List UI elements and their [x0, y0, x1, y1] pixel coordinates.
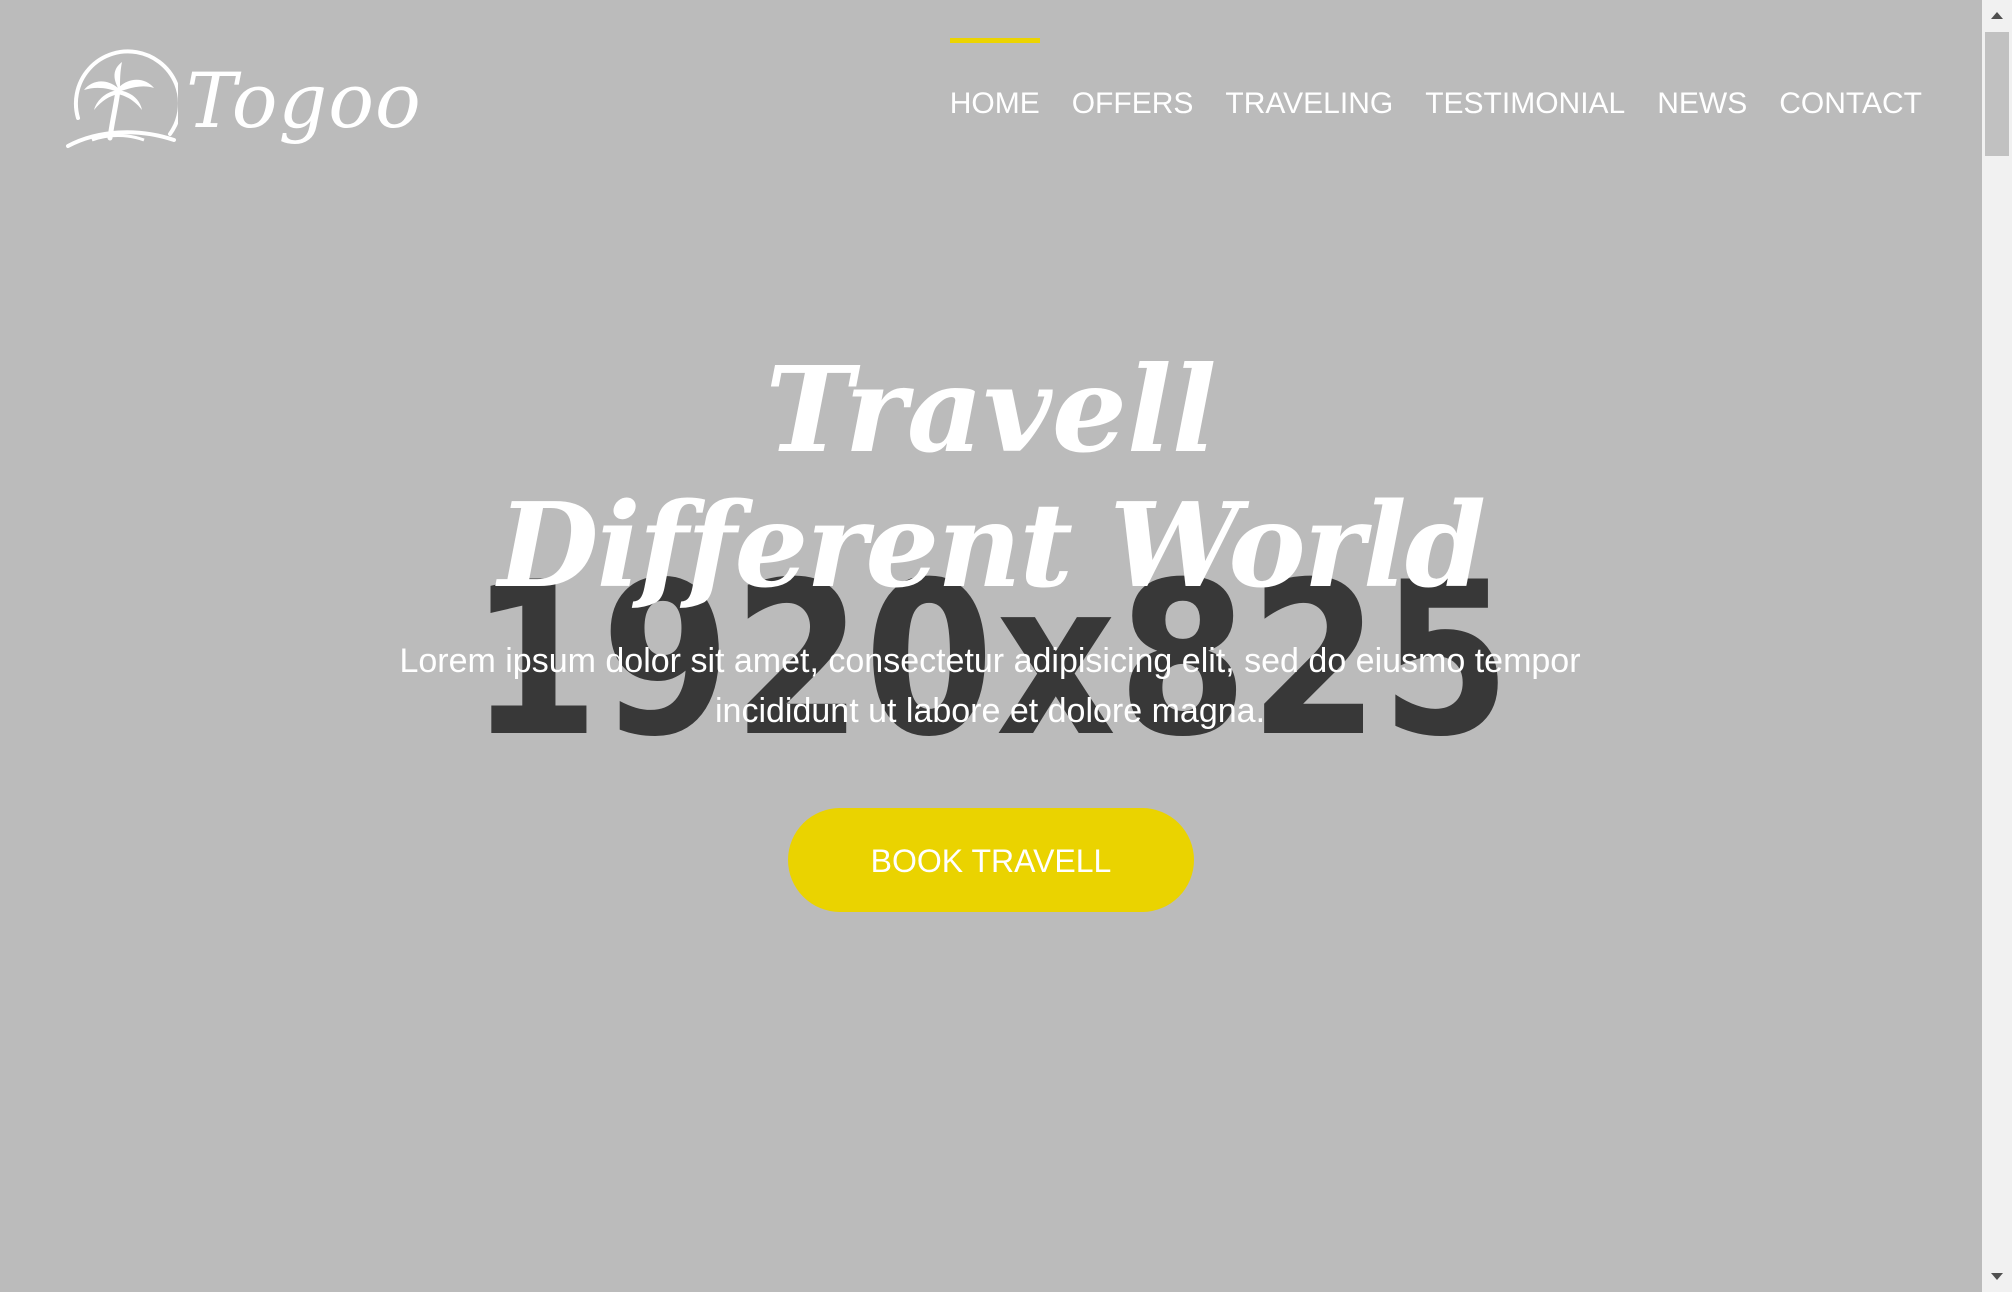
book-travell-button[interactable]: BOOK TRAVELL [788, 808, 1194, 912]
scroll-down-arrow-icon[interactable] [1982, 1262, 2012, 1292]
nav-testimonial[interactable]: TESTIMONIAL [1425, 38, 1625, 122]
palm-tree-icon [66, 49, 178, 148]
page: 1920x825 Togoo HOME OFFERS TRAVELING TES… [0, 0, 2012, 1292]
nav-traveling[interactable]: TRAVELING [1225, 38, 1393, 122]
scrollbar-thumb[interactable] [1985, 32, 2009, 156]
nav-contact[interactable]: CONTACT [1779, 38, 1922, 122]
nav-news[interactable]: NEWS [1657, 38, 1747, 122]
logo-text: Togoo [186, 56, 422, 145]
logo[interactable]: Togoo [58, 48, 421, 164]
nav-offers[interactable]: OFFERS [1072, 38, 1194, 122]
vertical-scrollbar[interactable] [1982, 0, 2012, 1292]
scroll-up-arrow-icon[interactable] [1982, 0, 2012, 30]
hero-title: Different World [498, 478, 1486, 614]
main-nav: HOME OFFERS TRAVELING TESTIMONIAL NEWS C… [918, 38, 1922, 128]
nav-home[interactable]: HOME [949, 38, 1040, 122]
hero-section: 1920x825 Togoo HOME OFFERS TRAVELING TES… [0, 0, 1982, 1292]
hero-description: Lorem ipsum dolor sit amet, consectetur … [399, 642, 1581, 730]
hero-script-title: Travell [765, 340, 1217, 479]
